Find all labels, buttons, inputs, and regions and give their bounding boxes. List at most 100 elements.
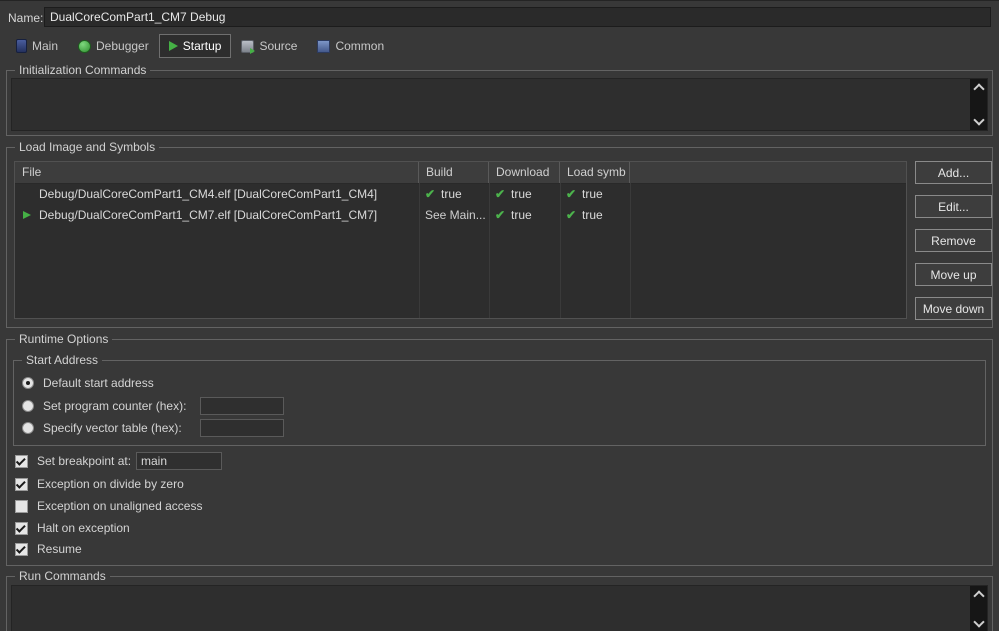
program-counter-input[interactable] [200,397,284,415]
checkbox-icon[interactable] [15,455,28,468]
tab-label: Startup [183,39,222,53]
run-commands-textarea[interactable] [11,585,988,631]
checkbox-label: Exception on divide by zero [37,477,184,491]
current-row-arrow-icon [23,211,31,219]
checkbox-resume[interactable]: Resume [15,541,82,557]
radio-label: Specify vector table (hex): [43,421,182,435]
tab-source[interactable]: Source [231,34,307,58]
radio-label: Default start address [43,376,154,390]
run-commands-scrollbar[interactable] [970,586,987,631]
tab-common[interactable]: Common [307,34,394,58]
checkmark-icon [16,543,26,553]
checkmark-icon [16,455,26,465]
radio-specify-vector-table[interactable]: Specify vector table (hex): [22,420,182,436]
column-header-filler [630,162,906,183]
group-initialization-commands: Initialization Commands [6,70,993,136]
group-title: Run Commands [15,569,110,584]
checkbox-label: Exception on unaligned access [37,499,202,513]
load-symbols-cell: true [582,205,603,226]
name-label: Name: [8,11,43,25]
checkbox-icon[interactable] [15,543,28,556]
checkmark-icon [16,522,26,532]
checkbox-exception-divide-by-zero[interactable]: Exception on divide by zero [15,476,184,492]
vector-table-input[interactable] [200,419,284,437]
group-start-address: Start Address Default start address Set … [13,360,986,446]
startup-tab-icon [169,41,178,51]
column-header-build[interactable]: Build [419,162,489,183]
group-run-commands: Run Commands [6,576,993,631]
checkbox-label: Resume [37,542,82,556]
chevron-up-icon [973,590,984,601]
breakpoint-input[interactable] [136,452,222,470]
radio-label: Set program counter (hex): [43,399,186,413]
checkbox-icon[interactable] [15,500,28,513]
group-runtime-options: Runtime Options Start Address Default st… [6,339,993,566]
checkbox-halt-on-exception[interactable]: Halt on exception [15,520,130,536]
check-icon: ✔ [495,205,505,226]
checkbox-label: Halt on exception [37,521,130,535]
checkmark-icon [16,478,26,488]
tab-startup[interactable]: Startup [159,34,232,58]
checkbox-label: Set breakpoint at: [37,454,131,468]
check-icon: ✔ [566,184,576,205]
radio-button-icon[interactable] [22,422,34,434]
scroll-up-button[interactable] [970,80,987,95]
group-title: Load Image and Symbols [15,140,159,155]
file-cell: Debug/DualCoreComPart1_CM7.elf [DualCore… [39,205,377,226]
tab-label: Common [335,39,384,53]
group-load-image-and-symbols: Load Image and Symbols File Build Downlo… [6,147,993,328]
name-input[interactable] [44,7,991,27]
edit-button[interactable]: Edit... [915,195,992,218]
debug-configuration-dialog: Name: Main Debugger Startup Source Commo… [0,0,999,631]
scroll-down-button[interactable] [970,616,987,631]
common-tab-icon [317,40,330,53]
chevron-up-icon [973,83,984,94]
table-row[interactable]: Debug/DualCoreComPart1_CM7.elf [DualCore… [15,205,906,226]
tab-label: Source [259,39,297,53]
move-down-button[interactable]: Move down [915,297,992,320]
scroll-down-button[interactable] [970,114,987,129]
download-cell: true [511,184,532,205]
chevron-down-icon [973,114,984,125]
group-title: Start Address [22,353,102,368]
tab-debugger[interactable]: Debugger [68,34,159,58]
file-cell: Debug/DualCoreComPart1_CM4.elf [DualCore… [39,184,377,205]
column-header-download[interactable]: Download [489,162,560,183]
table-header: File Build Download Load symb [15,162,906,184]
group-title: Initialization Commands [15,63,150,78]
init-commands-textarea[interactable] [11,78,988,131]
checkbox-icon[interactable] [15,522,28,535]
checkbox-icon[interactable] [15,478,28,491]
check-icon: ✔ [425,184,435,205]
group-title: Runtime Options [15,332,112,347]
checkbox-exception-unaligned-access[interactable]: Exception on unaligned access [15,498,202,514]
scroll-up-button[interactable] [970,587,987,602]
radio-set-program-counter[interactable]: Set program counter (hex): [22,398,186,414]
build-cell: true [441,184,462,205]
download-cell: true [511,205,532,226]
table-row[interactable]: Debug/DualCoreComPart1_CM4.elf [DualCore… [15,184,906,205]
main-tab-icon [16,39,27,53]
build-cell: See Main... [425,205,486,226]
remove-button[interactable]: Remove [915,229,992,252]
tab-bar: Main Debugger Startup Source Common [6,33,394,59]
move-up-button[interactable]: Move up [915,263,992,286]
check-icon: ✔ [566,205,576,226]
load-symbols-cell: true [582,184,603,205]
radio-button-icon[interactable] [22,377,34,389]
init-commands-scrollbar[interactable] [970,79,987,130]
source-tab-icon [241,40,254,53]
column-header-load-symbols[interactable]: Load symb [560,162,630,183]
column-header-file[interactable]: File [15,162,419,183]
tab-main[interactable]: Main [6,34,68,58]
checkbox-set-breakpoint-at[interactable]: Set breakpoint at: [15,453,131,469]
load-image-table: File Build Download Load symb Debug/Dual… [14,161,907,319]
radio-default-start-address[interactable]: Default start address [22,375,154,391]
debugger-tab-icon [78,40,91,53]
check-icon: ✔ [495,184,505,205]
chevron-down-icon [973,616,984,627]
radio-button-icon[interactable] [22,400,34,412]
add-button[interactable]: Add... [915,161,992,184]
tab-label: Debugger [96,39,149,53]
tab-label: Main [32,39,58,53]
